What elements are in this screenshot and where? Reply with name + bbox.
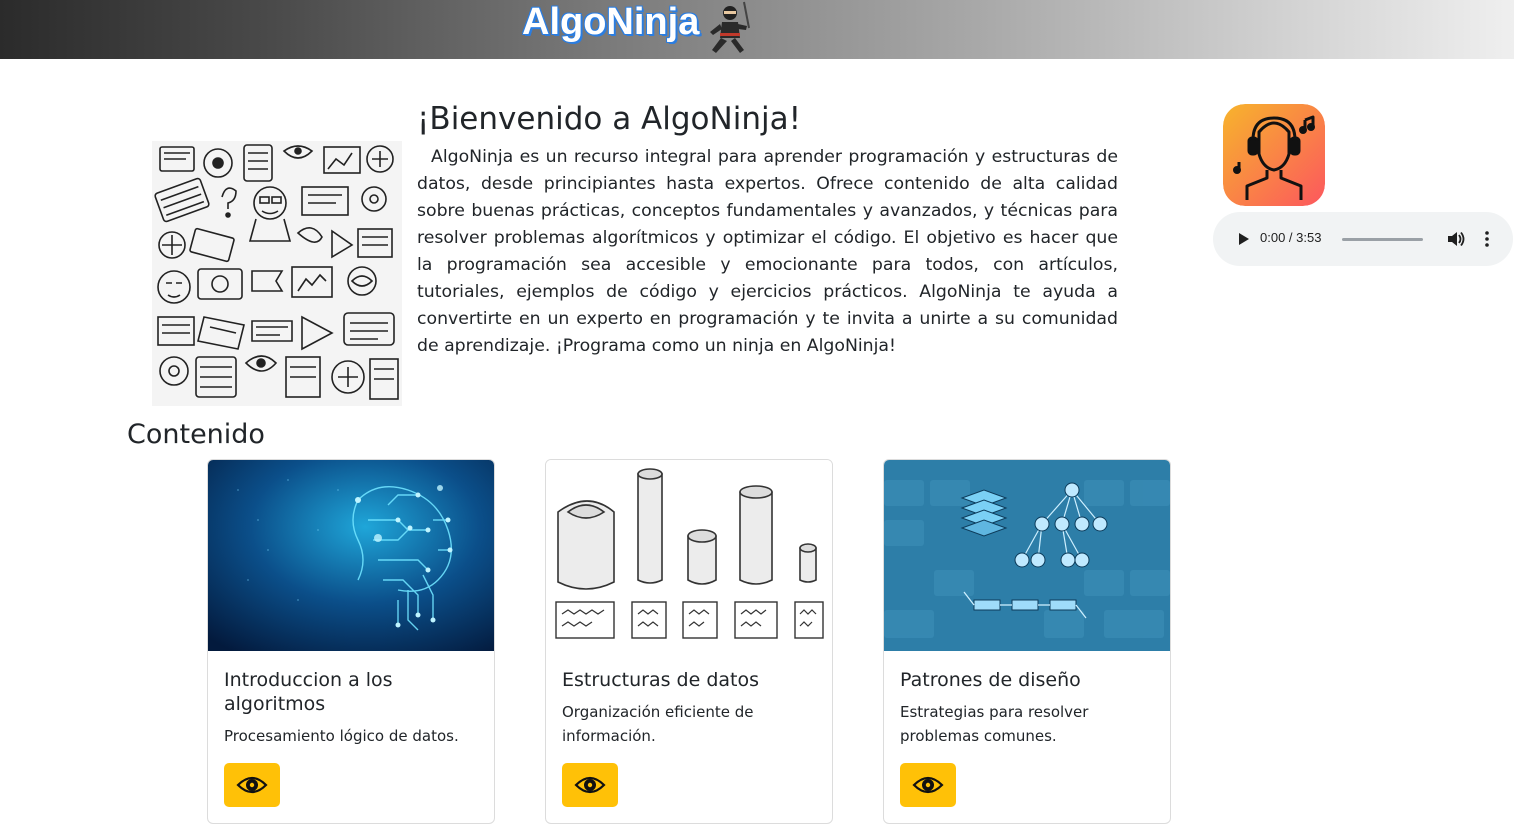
card-algorithms: Introduccion a los algoritmos Procesamie…: [207, 459, 495, 824]
doodle-collage-art: [152, 141, 402, 406]
headphones-person-icon: [1223, 104, 1325, 206]
card-title: Introduccion a los algoritmos: [224, 669, 393, 715]
audio-progress-slider[interactable]: [1342, 238, 1423, 241]
audio-cover-image: [1223, 104, 1325, 206]
site-header: AlgoNinja: [0, 0, 1514, 59]
hero-title: ¡Bienvenido a AlgoNinja!: [417, 101, 802, 137]
card-data-structures: Estructuras de datos Organización eficie…: [545, 459, 833, 824]
view-button[interactable]: [224, 763, 280, 807]
brand-title[interactable]: AlgoNinja: [522, 0, 699, 46]
hero-description: AlgoNinja es un recurso integral para ap…: [417, 147, 1118, 356]
card-design-patterns: Patrones de diseño Estrategias para reso…: [883, 459, 1171, 824]
section-title: Contenido: [127, 419, 265, 450]
doodle-collage-image: [152, 141, 402, 406]
data-structures-keyboard-image: [884, 460, 1170, 651]
card-text: Procesamiento lógico de datos.: [224, 727, 459, 745]
play-icon[interactable]: [1233, 229, 1253, 249]
audio-time: 0:00 / 3:53: [1260, 230, 1322, 245]
more-options-icon[interactable]: [1479, 229, 1495, 249]
eye-icon: [236, 776, 268, 794]
circuit-brain-art: [208, 460, 494, 651]
paper-scrolls-art: [546, 460, 832, 651]
audio-player[interactable]: 0:00 / 3:53: [1213, 212, 1513, 266]
circuit-brain-image: [208, 460, 494, 651]
paper-scrolls-image: [546, 460, 832, 651]
data-structures-keyboard-art: [884, 460, 1170, 651]
eye-icon: [912, 776, 944, 794]
view-button[interactable]: [900, 763, 956, 807]
card-title: Estructuras de datos: [562, 669, 760, 691]
card-text: Organización eficiente de información.: [562, 703, 754, 745]
view-button[interactable]: [562, 763, 618, 807]
card-text: Estrategias para resolver problemas comu…: [900, 703, 1089, 745]
volume-icon[interactable]: [1445, 229, 1465, 249]
ninja-icon: [710, 1, 750, 53]
eye-icon: [574, 776, 606, 794]
card-title: Patrones de diseño: [900, 669, 1081, 691]
